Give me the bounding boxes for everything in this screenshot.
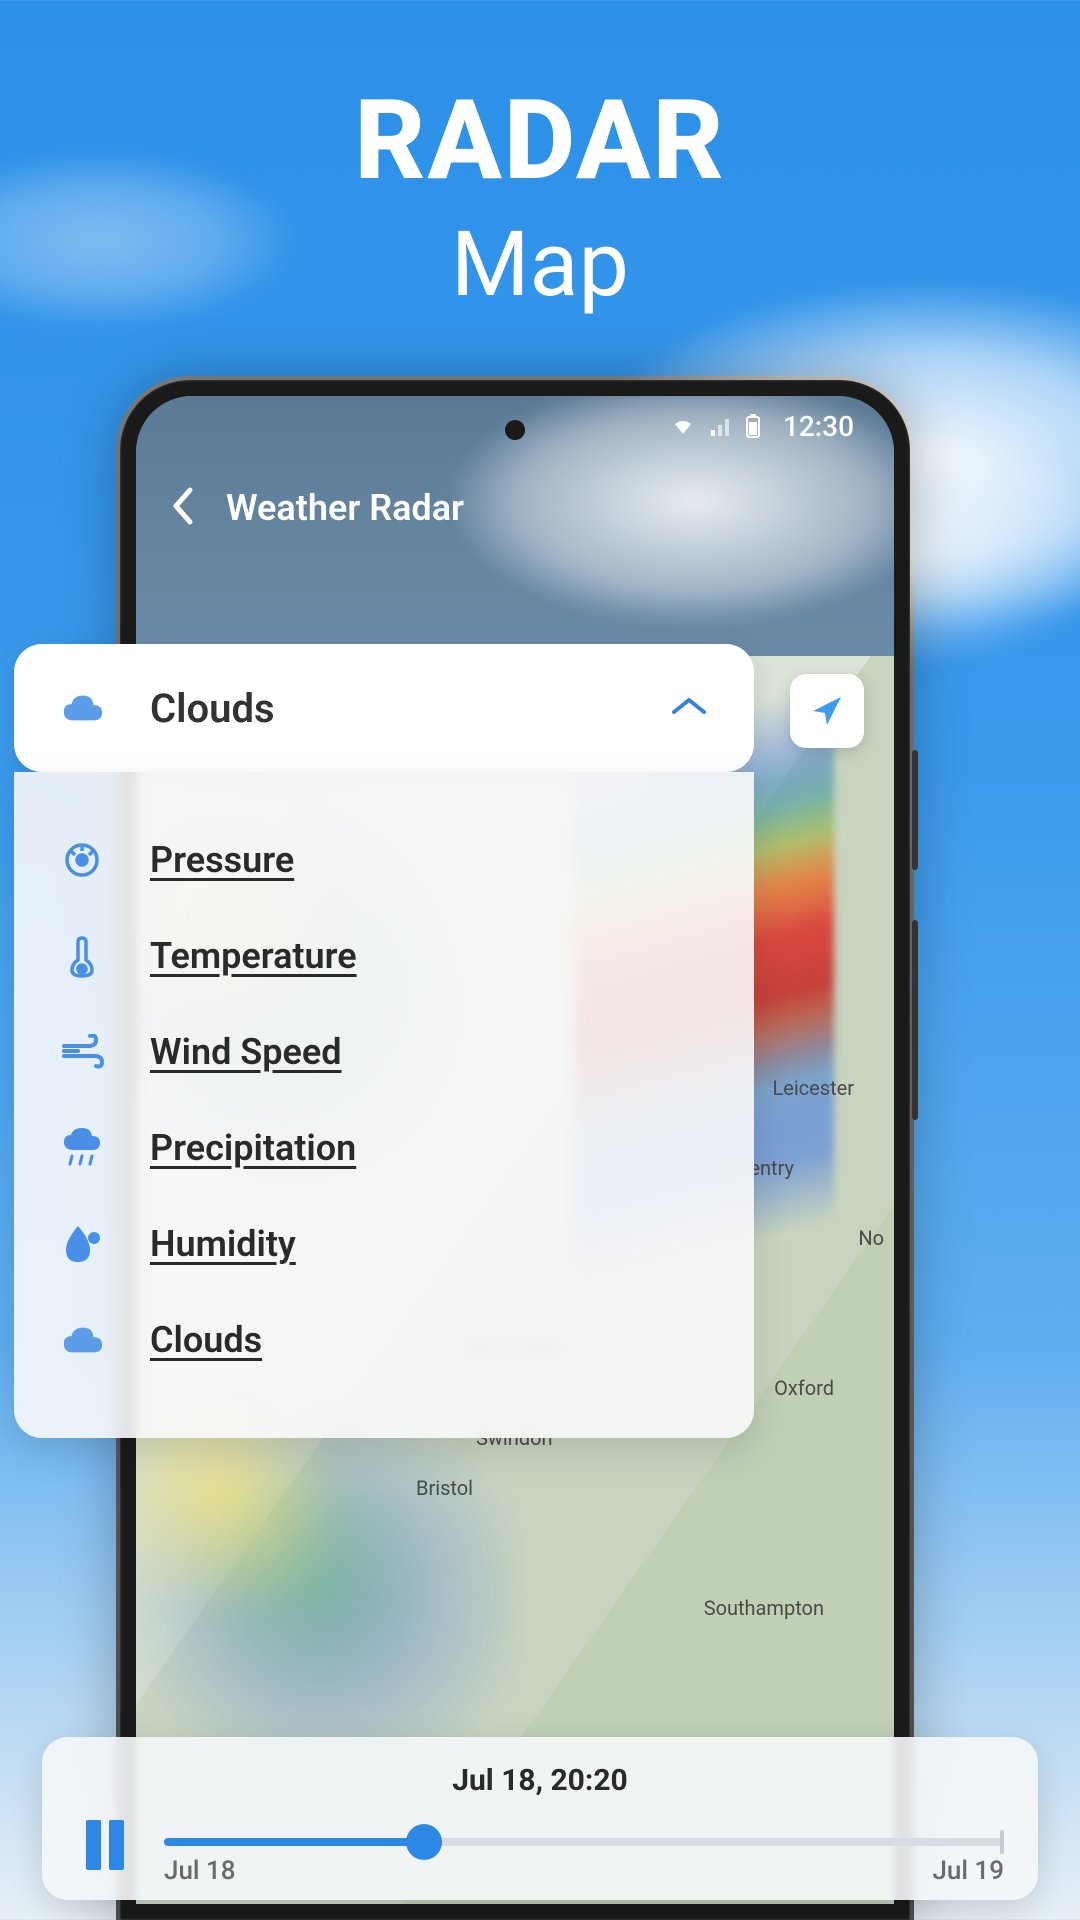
location-arrow-icon [807, 691, 847, 731]
promo-title-line2: Map [0, 211, 1080, 319]
timeline-track-fill [164, 1838, 424, 1846]
layer-option-label: Temperature [150, 935, 357, 977]
signal-icon [709, 416, 731, 436]
layer-selector-panel: Clouds Pressure Temperature Wind Speed [14, 644, 754, 1438]
layer-option-pressure[interactable]: Pressure [60, 812, 708, 908]
humidity-icon [60, 1222, 104, 1266]
layer-option-label: Clouds [150, 1319, 262, 1361]
map-city-label: No [858, 1226, 884, 1250]
timeline-thumb[interactable] [406, 1824, 442, 1860]
layer-selected-label: Clouds [150, 685, 624, 732]
timeline-slider[interactable]: Jul 18 Jul 19 [164, 1816, 1004, 1874]
phone-camera [505, 420, 525, 440]
phone-side-button [912, 750, 918, 870]
clouds-icon [60, 1318, 104, 1362]
map-city-label: Southampton [704, 1596, 824, 1620]
timeline-player: Jul 18, 20:20 Jul 18 Jul 19 [42, 1737, 1038, 1900]
pressure-icon [60, 838, 104, 882]
battery-icon [745, 414, 761, 438]
layer-option-clouds[interactable]: Clouds [60, 1292, 708, 1388]
layer-option-temperature[interactable]: Temperature [60, 908, 708, 1004]
pause-icon [82, 1818, 128, 1872]
layer-selector-toggle[interactable]: Clouds [14, 644, 754, 772]
layer-option-label: Humidity [150, 1223, 296, 1265]
layer-option-label: Wind Speed [150, 1031, 342, 1073]
map-city-label: Oxford [774, 1376, 834, 1400]
precipitation-icon [60, 1126, 104, 1170]
pause-button[interactable] [76, 1816, 134, 1874]
layer-options-list: Pressure Temperature Wind Speed Precipit… [14, 772, 754, 1438]
layer-option-humidity[interactable]: Humidity [60, 1196, 708, 1292]
chevron-up-icon [670, 694, 708, 722]
wind-icon [60, 1030, 104, 1074]
locate-me-button[interactable] [790, 674, 864, 748]
layer-option-wind-speed[interactable]: Wind Speed [60, 1004, 708, 1100]
map-city-label: Bristol [416, 1476, 473, 1500]
promo-title-line1: RADAR [0, 80, 1080, 201]
clouds-icon [60, 686, 104, 730]
status-time: 12:30 [783, 410, 854, 443]
layer-option-label: Pressure [150, 839, 294, 881]
timeline-current-time: Jul 18, 20:20 [76, 1763, 1004, 1798]
timeline-end-tick [1000, 1830, 1004, 1854]
back-button[interactable] [170, 486, 196, 530]
timeline-start-label: Jul 18 [164, 1856, 236, 1886]
wifi-icon [671, 416, 695, 436]
map-city-label: Leicester [772, 1076, 854, 1100]
timeline-end-label: Jul 19 [932, 1856, 1004, 1886]
phone-side-button [912, 920, 918, 1120]
layer-option-label: Precipitation [150, 1127, 356, 1169]
layer-option-precipitation[interactable]: Precipitation [60, 1100, 708, 1196]
page-title: Weather Radar [226, 487, 464, 529]
thermometer-icon [60, 934, 104, 978]
promo-title: RADAR Map [0, 80, 1080, 319]
